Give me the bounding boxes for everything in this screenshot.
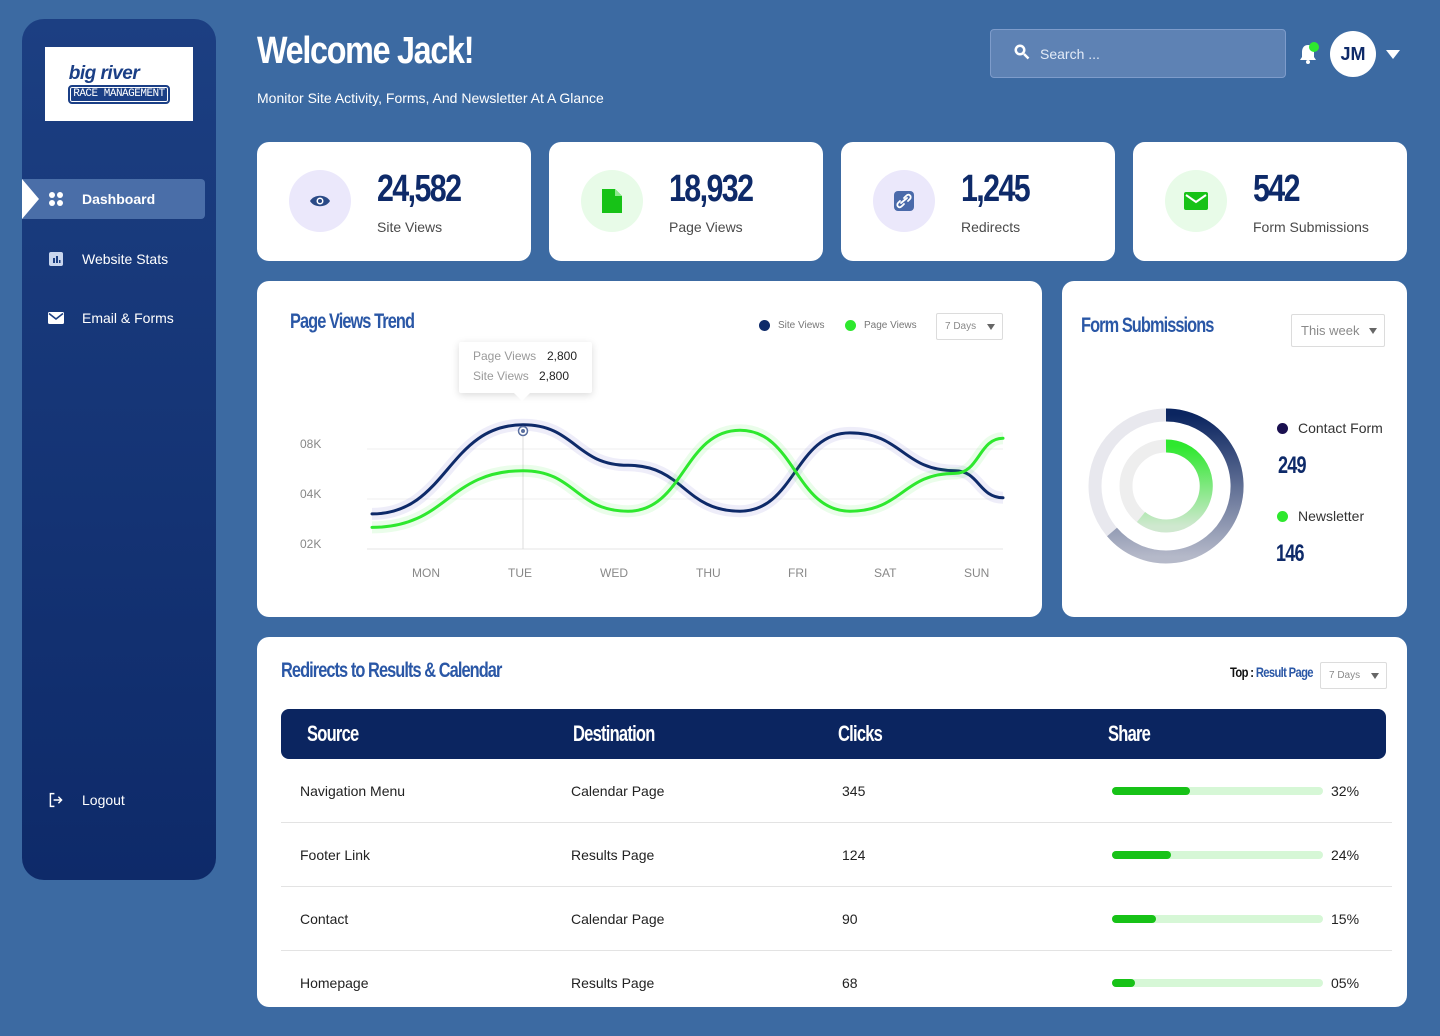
- cell-source: Navigation Menu: [300, 783, 406, 799]
- share-bar-fill: [1112, 851, 1172, 859]
- top-label: Top : Result Page: [1230, 664, 1314, 680]
- table-row[interactable]: Footer Link Results Page 124 24%: [281, 823, 1392, 887]
- donut-newsletter-arc: [1136, 439, 1213, 533]
- hover-marker-dot: [521, 429, 525, 433]
- legend-dot: [1277, 422, 1288, 434]
- contact-form-value: 249: [1278, 452, 1307, 479]
- table-row[interactable]: Homepage Results Page 68 05%: [281, 951, 1392, 1015]
- cell-clicks: 345: [842, 783, 866, 799]
- share-bar: [1112, 851, 1323, 859]
- top-value: Result Page: [1255, 664, 1314, 680]
- cell-destination: Results Page: [571, 847, 655, 863]
- cell-share: 24%: [1331, 847, 1360, 863]
- redirects-title: Redirects to Results & Calendar: [281, 659, 502, 682]
- legend-label: Contact Form: [1298, 420, 1383, 436]
- caret-down-icon: [1369, 328, 1377, 334]
- column-header-destination[interactable]: Destination: [573, 721, 655, 747]
- tooltip-key: Site Views: [473, 369, 529, 383]
- form-range-dropdown[interactable]: This week: [1291, 314, 1385, 347]
- cell-clicks: 124: [842, 847, 866, 863]
- tooltip-value: 2,800: [539, 369, 570, 383]
- legend-contact-form: Contact Form: [1277, 420, 1383, 436]
- cell-share: 05%: [1331, 975, 1360, 991]
- caret-down-icon: [1371, 673, 1379, 679]
- tooltip-value: 2,800: [547, 349, 578, 363]
- cell-share: 15%: [1331, 911, 1360, 927]
- cell-share: 32%: [1331, 783, 1360, 799]
- share-bar-fill: [1112, 915, 1157, 923]
- share-bar-fill: [1112, 979, 1136, 987]
- top-prefix: Top :: [1230, 664, 1254, 680]
- newsletter-value: 146: [1276, 540, 1305, 567]
- form-submissions-title: Form Submissions: [1081, 314, 1214, 337]
- chart-tooltip: Page Views 2,800 Site Views 2,800: [459, 342, 592, 401]
- share-bar: [1112, 979, 1323, 987]
- share-bar-fill: [1112, 787, 1191, 795]
- cell-clicks: 68: [842, 975, 858, 991]
- cell-clicks: 90: [842, 911, 858, 927]
- share-bar: [1112, 787, 1323, 795]
- column-header-source[interactable]: Source: [307, 721, 359, 747]
- dropdown-value: This week: [1301, 323, 1360, 338]
- legend-dot: [1277, 510, 1288, 522]
- table-row[interactable]: Contact Calendar Page 90 15%: [281, 887, 1392, 951]
- share-bar: [1112, 915, 1323, 923]
- table-row[interactable]: Navigation Menu Calendar Page 345 32%: [281, 759, 1392, 823]
- cell-source: Contact: [300, 911, 349, 927]
- column-header-clicks[interactable]: Clicks: [838, 721, 883, 747]
- table-header: Source Destination Clicks Share: [281, 709, 1386, 759]
- cell-source: Footer Link: [300, 847, 371, 863]
- legend-newsletter: Newsletter: [1277, 508, 1364, 524]
- tooltip-key: Page Views: [473, 349, 537, 363]
- cell-source: Homepage: [300, 975, 369, 991]
- legend-label: Newsletter: [1298, 508, 1365, 524]
- cell-destination: Calendar Page: [571, 911, 665, 927]
- cell-destination: Results Page: [571, 975, 655, 991]
- dropdown-value: 7 Days: [1329, 670, 1361, 681]
- column-header-share[interactable]: Share: [1108, 721, 1151, 747]
- redirects-range-dropdown[interactable]: 7 Days: [1320, 662, 1387, 689]
- cell-destination: Calendar Page: [571, 783, 665, 799]
- donut-chart: [1088, 408, 1244, 564]
